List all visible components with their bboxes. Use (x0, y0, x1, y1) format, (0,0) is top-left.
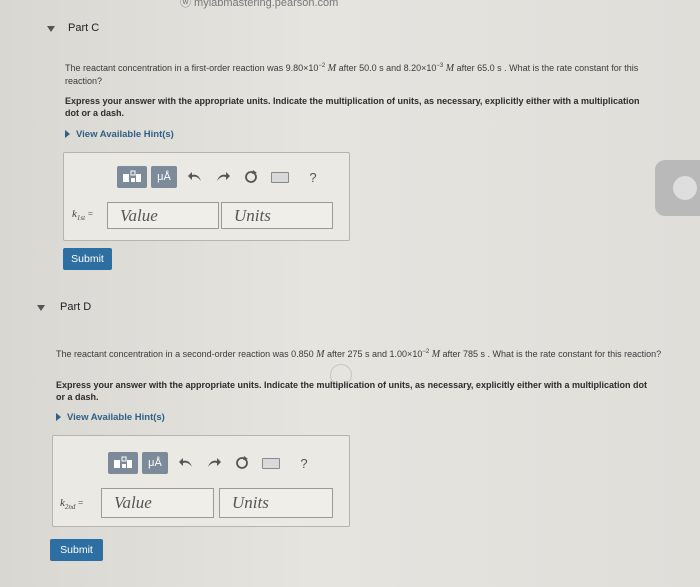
part-c-hint-link[interactable]: View Available Hint(s) (65, 129, 174, 140)
keyboard-icon[interactable] (262, 457, 280, 469)
redo-icon[interactable] (204, 453, 224, 473)
part-d-toolbar: μÅ ? (108, 452, 314, 474)
part-d-question: The reactant concentration in a second-o… (56, 349, 662, 360)
caret-right-icon (56, 413, 61, 421)
caret-right-icon (65, 130, 70, 138)
part-c-units-input[interactable]: Units (221, 202, 333, 229)
part-d-instruction: Express your answer with the appropriate… (56, 380, 647, 402)
part-d-value-input[interactable]: Value (101, 488, 214, 518)
part-c-instruction: Express your answer with the appropriate… (65, 96, 640, 118)
templates-icon (123, 170, 141, 182)
keyboard-icon[interactable] (271, 171, 289, 183)
undo-icon[interactable] (176, 453, 196, 473)
collapse-part-c-icon[interactable] (47, 26, 55, 32)
part-d-title: Part D (60, 301, 92, 313)
part-d-hint-link[interactable]: View Available Hint(s) (56, 412, 165, 423)
browser-url: ⓦ mylabmastering.pearson.com (180, 0, 339, 9)
collapse-part-d-icon[interactable] (37, 305, 45, 311)
part-d-submit-button[interactable]: Submit (50, 539, 103, 561)
part-c-question: The reactant concentration in a first-or… (65, 63, 639, 86)
help-button[interactable]: ? (294, 453, 314, 473)
templates-button[interactable] (117, 166, 147, 188)
part-c-value-input[interactable]: Value (107, 202, 219, 229)
reset-icon[interactable] (232, 453, 252, 473)
part-c-submit-button[interactable]: Submit (63, 248, 112, 270)
reset-icon[interactable] (241, 167, 261, 187)
symbols-button[interactable]: μÅ (151, 166, 177, 188)
help-button[interactable]: ? (303, 167, 323, 187)
part-d-k-label: k2nd = (60, 497, 84, 512)
templates-icon (114, 456, 132, 468)
page: ⓦ mylabmastering.pearson.com Part C The … (0, 0, 700, 587)
part-d-units-input[interactable]: Units (219, 488, 333, 518)
symbols-button[interactable]: μÅ (142, 452, 168, 474)
undo-icon[interactable] (185, 167, 205, 187)
part-c-k-label: k1st = (72, 208, 93, 223)
redo-icon[interactable] (213, 167, 233, 187)
templates-button[interactable] (108, 452, 138, 474)
side-toggle-widget[interactable] (655, 160, 700, 216)
part-c-toolbar: μÅ ? (117, 166, 323, 188)
part-c-title: Part C (68, 22, 100, 34)
toggle-knob (673, 176, 697, 200)
